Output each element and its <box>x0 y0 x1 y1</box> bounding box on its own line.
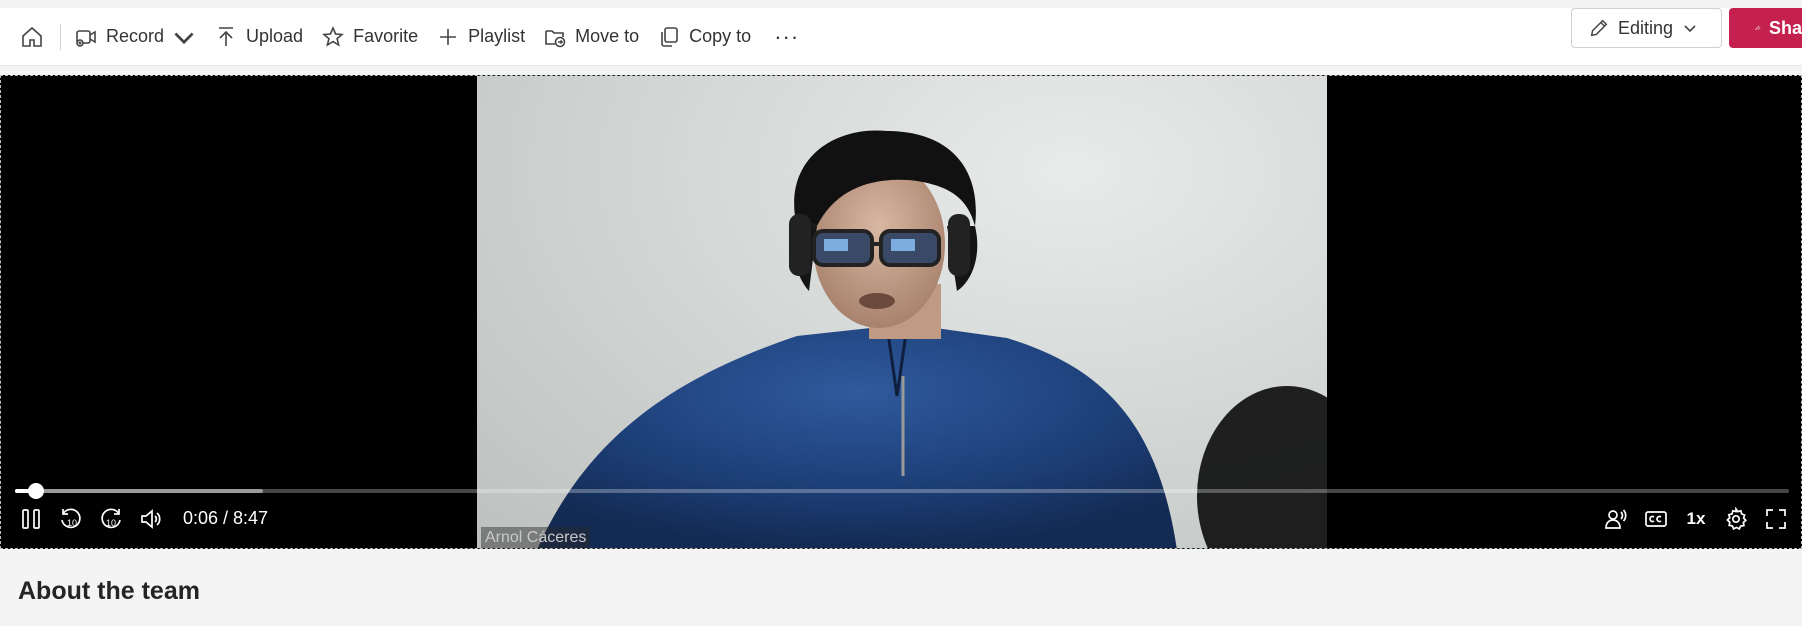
progress-buffered <box>15 489 264 493</box>
forward-10-icon: 10 <box>101 508 121 529</box>
settings-button[interactable] <box>1721 504 1751 534</box>
volume-button[interactable] <box>137 504 165 534</box>
speaker-coach-icon <box>1605 509 1627 529</box>
record-label: Record <box>106 26 165 46</box>
pencil-icon <box>1590 19 1608 37</box>
captions-button[interactable] <box>1641 504 1671 534</box>
editing-label: Editing <box>1618 17 1674 38</box>
fullscreen-icon <box>1766 509 1786 529</box>
rewind-10-button[interactable]: 10 <box>57 504 85 534</box>
section-heading: About the team <box>18 577 200 605</box>
record-button[interactable]: Record <box>65 17 205 57</box>
captions-icon <box>1645 511 1667 527</box>
toolbar-divider <box>60 23 61 50</box>
upload-label: Upload <box>246 26 304 46</box>
forward-10-button[interactable]: 10 <box>97 504 125 534</box>
star-icon <box>322 25 345 47</box>
video-player[interactable]: Arnol Cáceres 10 10 0:06 / 8:47 1x <box>0 75 1802 549</box>
chevron-down-icon <box>1684 25 1696 33</box>
copy-to-button[interactable]: Copy to <box>648 17 760 57</box>
forward-seconds: 10 <box>106 518 116 528</box>
playback-speed-button[interactable]: 1x <box>1681 504 1711 534</box>
plus-icon <box>440 28 457 45</box>
share-icon <box>1755 25 1761 31</box>
time-display: 0:06 / 8:47 <box>183 508 269 528</box>
move-to-button[interactable]: Move to <box>534 17 648 57</box>
favorite-label: Favorite <box>353 26 419 46</box>
home-button[interactable] <box>10 17 54 57</box>
upload-button[interactable]: Upload <box>205 17 312 57</box>
speaker-name-tag: Arnol Cáceres <box>481 527 591 548</box>
chevron-down-icon <box>174 32 194 44</box>
fullscreen-button[interactable] <box>1761 504 1791 534</box>
progress-bar[interactable] <box>15 483 1789 499</box>
playlist-button[interactable]: Playlist <box>427 17 534 57</box>
progress-thumb[interactable] <box>27 483 44 499</box>
copy-to-label: Copy to <box>689 26 752 46</box>
pause-button[interactable] <box>17 504 45 534</box>
editing-mode-dropdown[interactable]: Editing <box>1571 8 1722 48</box>
rewind-seconds: 10 <box>67 518 77 528</box>
home-icon <box>22 26 42 47</box>
volume-icon <box>141 509 161 529</box>
record-icon <box>76 29 96 47</box>
pause-icon <box>22 509 40 529</box>
rewind-10-icon: 10 <box>61 508 81 529</box>
share-button[interactable]: Share <box>1729 8 1802 48</box>
speaker-coach-button[interactable] <box>1601 504 1631 534</box>
video-frame[interactable]: Arnol Cáceres <box>477 76 1327 548</box>
command-bar: Record Upload Favorite Playlist Move to … <box>0 8 1802 66</box>
upload-icon <box>219 26 234 46</box>
settings-gear-icon <box>1726 507 1748 531</box>
playlist-label: Playlist <box>468 26 526 46</box>
presenter-video-image <box>537 130 1327 548</box>
favorite-button[interactable]: Favorite <box>312 17 427 57</box>
move-to-label: Move to <box>575 26 640 46</box>
move-folder-icon <box>545 29 566 47</box>
share-label: Share <box>1768 17 1802 38</box>
more-options-button[interactable]: ··· <box>760 17 813 57</box>
copy-icon <box>661 26 678 47</box>
more-icon: ··· <box>774 23 800 49</box>
